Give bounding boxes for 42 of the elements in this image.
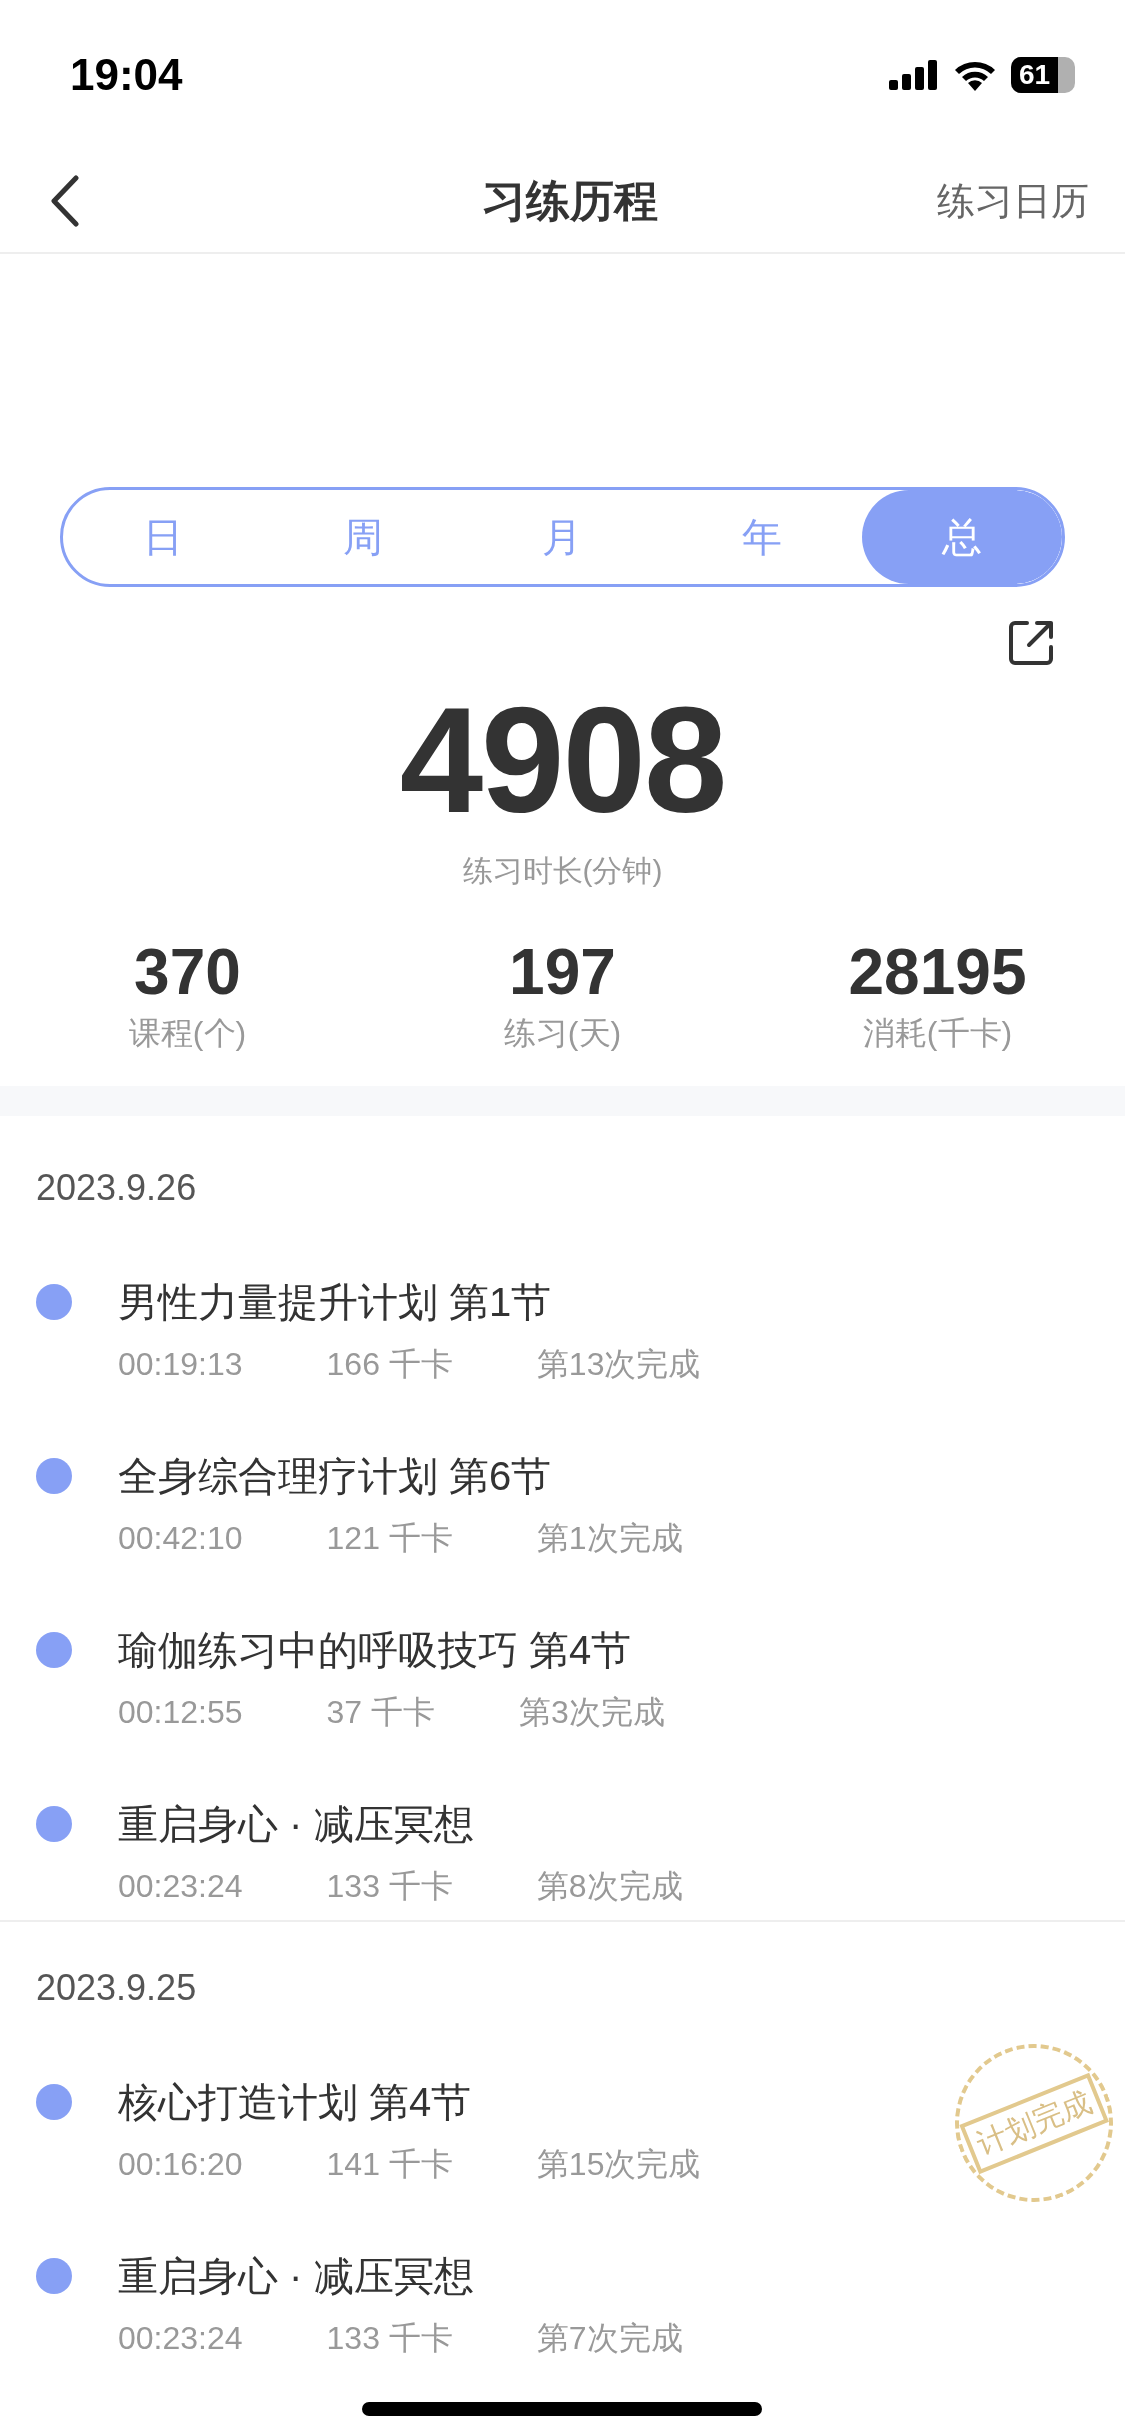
session-title[interactable]: 全身综合理疗计划 第6节 bbox=[118, 1448, 683, 1504]
stat-value: 370 bbox=[134, 936, 241, 1008]
session-calories: 133 千卡 bbox=[326, 1867, 453, 1906]
session-calories: 166 千卡 bbox=[326, 1345, 453, 1384]
signal-icon bbox=[889, 60, 939, 90]
stat-value: 197 bbox=[509, 936, 616, 1008]
wifi-icon bbox=[953, 59, 997, 91]
session-count: 第8次完成 bbox=[536, 1867, 683, 1906]
date-heading: 2023.9.26 bbox=[36, 1166, 198, 1210]
session-calories: 37 千卡 bbox=[326, 1693, 436, 1732]
session-duration: 00:19:13 bbox=[118, 1345, 243, 1384]
total-minutes-label: 练习时长(分钟) bbox=[461, 853, 664, 889]
session-duration: 00:16:20 bbox=[118, 2145, 243, 2184]
stat-label: 练习(天) bbox=[503, 1014, 622, 1053]
session-duration: 00:42:10 bbox=[118, 1519, 243, 1558]
session-calories: 133 千卡 bbox=[326, 2319, 453, 2358]
date-heading: 2023.9.25 bbox=[36, 1966, 198, 2010]
stat-value: 28195 bbox=[848, 936, 1027, 1008]
session-calories: 141 千卡 bbox=[326, 2145, 453, 2184]
stat-label: 课程(个) bbox=[128, 1014, 247, 1053]
session-title[interactable]: 重启身心 · 减压冥想 bbox=[118, 1796, 683, 1852]
session-title[interactable]: 重启身心 · 减压冥想 bbox=[118, 2248, 683, 2304]
status-time: 19:04 bbox=[70, 50, 183, 100]
total-minutes: 4908 bbox=[398, 675, 727, 845]
share-icon[interactable] bbox=[1007, 619, 1055, 667]
session-count: 第13次完成 bbox=[536, 1345, 701, 1384]
session-count: 第15次完成 bbox=[536, 2145, 701, 2184]
session-duration: 00:12:55 bbox=[118, 1693, 243, 1732]
session-duration: 00:23:24 bbox=[118, 2319, 243, 2358]
page-title: 习练历程 bbox=[481, 174, 658, 227]
session-duration: 00:23:24 bbox=[118, 1867, 243, 1906]
session-count: 第3次完成 bbox=[519, 1693, 665, 1732]
calendar-link[interactable]: 练习日历 bbox=[937, 175, 1089, 227]
session-title[interactable]: 瑜伽练习中的呼吸技巧 第4节 bbox=[118, 1622, 665, 1678]
session-title[interactable]: 核心打造计划 第4节 bbox=[118, 2074, 701, 2130]
session-calories: 121 千卡 bbox=[326, 1519, 453, 1558]
session-title[interactable]: 男性力量提升计划 第1节 bbox=[118, 1274, 701, 1330]
battery-icon: 61 bbox=[1011, 57, 1075, 93]
stat-label: 消耗(千卡) bbox=[862, 1014, 1013, 1053]
session-count: 第7次完成 bbox=[536, 2319, 683, 2358]
session-count: 第1次完成 bbox=[536, 1519, 683, 1558]
back-icon[interactable] bbox=[50, 175, 80, 227]
